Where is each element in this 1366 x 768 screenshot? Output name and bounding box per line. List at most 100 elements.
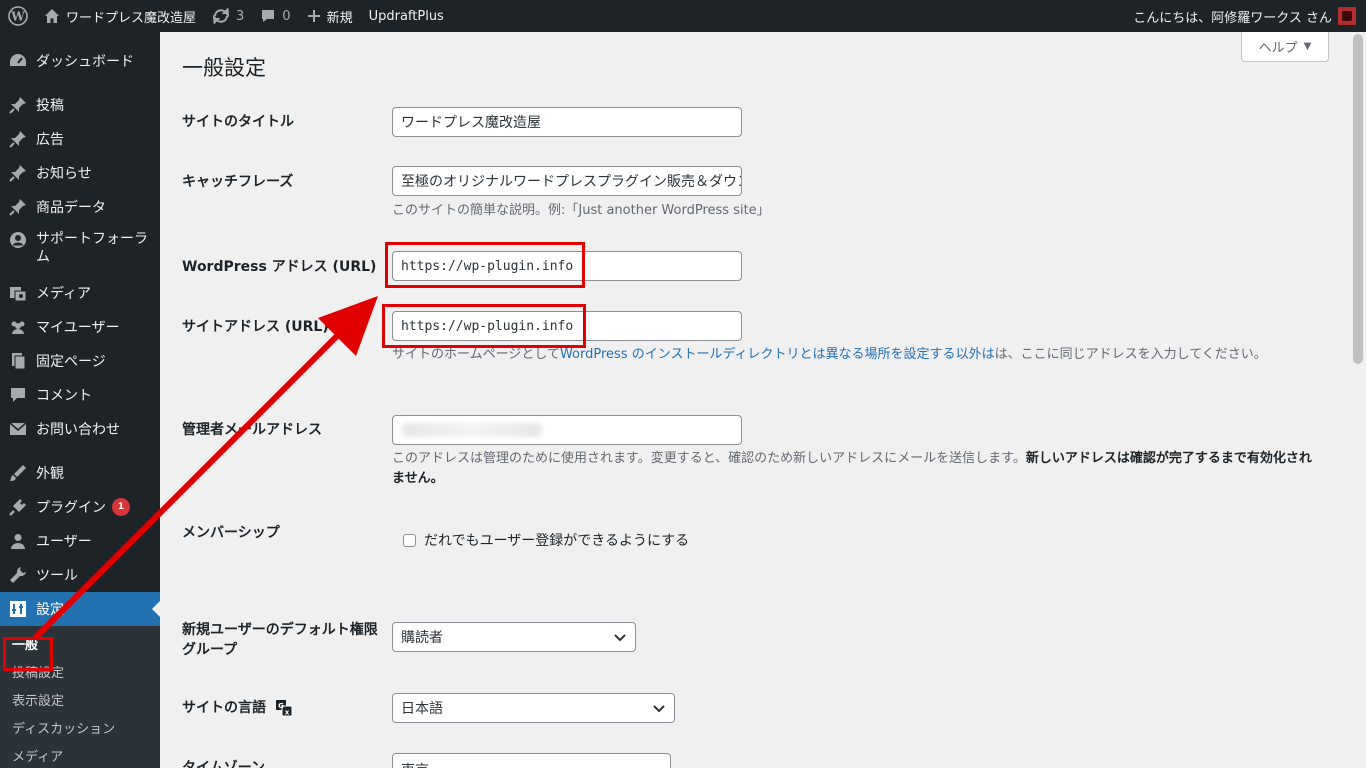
dashboard-icon	[8, 51, 28, 71]
menu-product-data[interactable]: 商品データ	[0, 190, 160, 224]
membership-label: メンバーシップ	[182, 525, 280, 541]
tagline-input[interactable]: 至極のオリジナルワードプレスプラグイン販売＆ダウンロード	[392, 166, 742, 196]
user-icon	[8, 531, 28, 551]
menu-label: ダッシュボード	[36, 54, 134, 70]
membership-option[interactable]: だれでもユーザー登録ができるようにする	[403, 530, 689, 550]
membership-checkbox-label: だれでもユーザー登録ができるようにする	[424, 533, 690, 549]
menu-label: マイユーザー	[36, 320, 120, 336]
svg-text:x: x	[285, 709, 290, 717]
mail-icon	[8, 419, 28, 439]
pin-icon	[8, 129, 28, 149]
menu-settings[interactable]: 設定	[0, 592, 160, 626]
menu-comments[interactable]: コメント	[0, 378, 160, 412]
pin-icon	[8, 163, 28, 183]
menu-label: お知らせ	[36, 166, 92, 182]
menu-label: 広告	[36, 132, 64, 148]
caret-down-icon: ▼	[1303, 41, 1312, 52]
menu-plugins[interactable]: プラグイン 1	[0, 490, 160, 524]
site-url-desc-pre: サイトのホームページとして	[392, 347, 560, 362]
site-url-desc-mid[interactable]: 以外は	[956, 347, 995, 362]
comment-icon	[260, 8, 276, 24]
menu-tools[interactable]: ツール	[0, 558, 160, 592]
avatar	[1338, 7, 1356, 25]
wordpress-logo-icon: W	[8, 6, 28, 26]
menu-label: 商品データ	[36, 200, 106, 216]
menu-label: 外観	[36, 466, 64, 482]
wordpress-logo-button[interactable]: W	[0, 0, 36, 32]
site-name-link[interactable]: ワードプレス魔改造屋	[36, 0, 204, 32]
greeting: こんにちは、阿修羅ワークス さん	[1133, 10, 1332, 26]
highlight-wordpress-url	[385, 242, 585, 288]
menu-pages[interactable]: 固定ページ	[0, 344, 160, 378]
menu-label: コメント	[36, 388, 92, 404]
menu-dashboard[interactable]: ダッシュボード	[0, 44, 160, 78]
default-role-value: 購読者	[401, 630, 443, 646]
site-url-desc-link[interactable]: WordPress のインストールディレクトリとは異なる場所を設定する	[560, 347, 956, 362]
page-icon	[8, 351, 28, 371]
menu-label: サポートフォーラム	[36, 231, 148, 265]
menu-ads[interactable]: 広告	[0, 122, 160, 156]
page-scrollbar[interactable]	[1350, 32, 1366, 768]
site-language-select[interactable]: 日本語	[392, 693, 675, 723]
menu-support-forum[interactable]: サポートフォーラム	[0, 224, 160, 276]
menu-media[interactable]: メディア	[0, 276, 160, 310]
site-language-label: サイトの言語	[182, 700, 266, 716]
updates-icon	[212, 8, 230, 24]
users-group-icon	[8, 317, 28, 337]
menu-my-users[interactable]: マイユーザー	[0, 310, 160, 344]
pin-icon	[8, 197, 28, 217]
membership-checkbox[interactable]	[403, 533, 416, 547]
my-account-link[interactable]: こんにちは、阿修羅ワークス さん	[1133, 0, 1366, 32]
page-title: 一般設定	[182, 56, 266, 80]
menu-label: 投稿	[36, 98, 64, 114]
menu-users[interactable]: ユーザー	[0, 524, 160, 558]
wordpress-url-label: WordPress アドレス (URL)	[182, 259, 377, 275]
support-icon	[8, 230, 28, 250]
submenu-media[interactable]: メディア	[0, 744, 160, 768]
new-label: 新規	[326, 10, 353, 26]
updraftplus-link[interactable]: UpdraftPlus	[361, 0, 452, 32]
submenu-discussion[interactable]: ディスカッション	[0, 716, 160, 744]
menu-label: 固定ページ	[36, 354, 106, 370]
translation-icon: Gx	[275, 699, 293, 717]
menu-label: プラグイン	[36, 500, 106, 516]
menu-posts[interactable]: 投稿	[0, 88, 160, 122]
new-content-link[interactable]: 新規	[299, 0, 361, 32]
updates-link[interactable]: 3	[204, 0, 252, 32]
pin-icon	[8, 95, 28, 115]
site-language-label-row: サイトの言語 Gx	[182, 698, 293, 718]
default-role-select[interactable]: 購読者	[392, 622, 636, 652]
menu-news[interactable]: お知らせ	[0, 156, 160, 190]
menu-label: メディア	[36, 286, 92, 302]
site-url-desc-post: は、ここに同じアドレスを入力してください。	[994, 347, 1267, 362]
help-label: ヘルプ	[1258, 41, 1298, 56]
help-tab-button[interactable]: ヘルプ ▼	[1241, 32, 1329, 62]
updraftplus-label: UpdraftPlus	[368, 8, 444, 24]
scrollbar-thumb[interactable]	[1353, 34, 1363, 364]
updates-count: 3	[236, 8, 245, 24]
site-title-label: サイトのタイトル	[182, 114, 294, 130]
site-url-description: サイトのホームページとしてWordPress のインストールディレクトリとは異な…	[392, 345, 1312, 365]
comments-link[interactable]: 0	[252, 0, 298, 32]
menu-label: ツール	[36, 568, 78, 584]
site-title-input[interactable]: ワードプレス魔改造屋	[392, 107, 742, 137]
timezone-select[interactable]: 東京	[392, 753, 671, 768]
plugin-icon	[8, 497, 28, 517]
default-role-label: 新規ユーザーのデフォルト権限グループ	[182, 622, 378, 658]
submenu-reading[interactable]: 表示設定	[0, 688, 160, 716]
chevron-down-icon	[653, 705, 665, 713]
timezone-value: 東京	[401, 760, 429, 768]
menu-appearance[interactable]: 外観	[0, 456, 160, 490]
blurred-email	[402, 423, 542, 437]
site-language-value: 日本語	[401, 701, 443, 717]
timezone-label: タイムゾーン	[182, 760, 266, 768]
appearance-icon	[8, 463, 28, 483]
admin-email-label: 管理者メールアドレス	[182, 422, 322, 438]
svg-text:W: W	[10, 10, 25, 24]
menu-contact[interactable]: お問い合わせ	[0, 412, 160, 446]
admin-email-description: このアドレスは管理のために使用されます。変更すると、確認のため新しいアドレスにメ…	[392, 449, 1322, 489]
comments-count: 0	[282, 8, 291, 24]
tagline-label: キャッチフレーズ	[182, 174, 294, 190]
svg-text:G: G	[278, 702, 284, 710]
highlight-site-url	[382, 304, 586, 348]
